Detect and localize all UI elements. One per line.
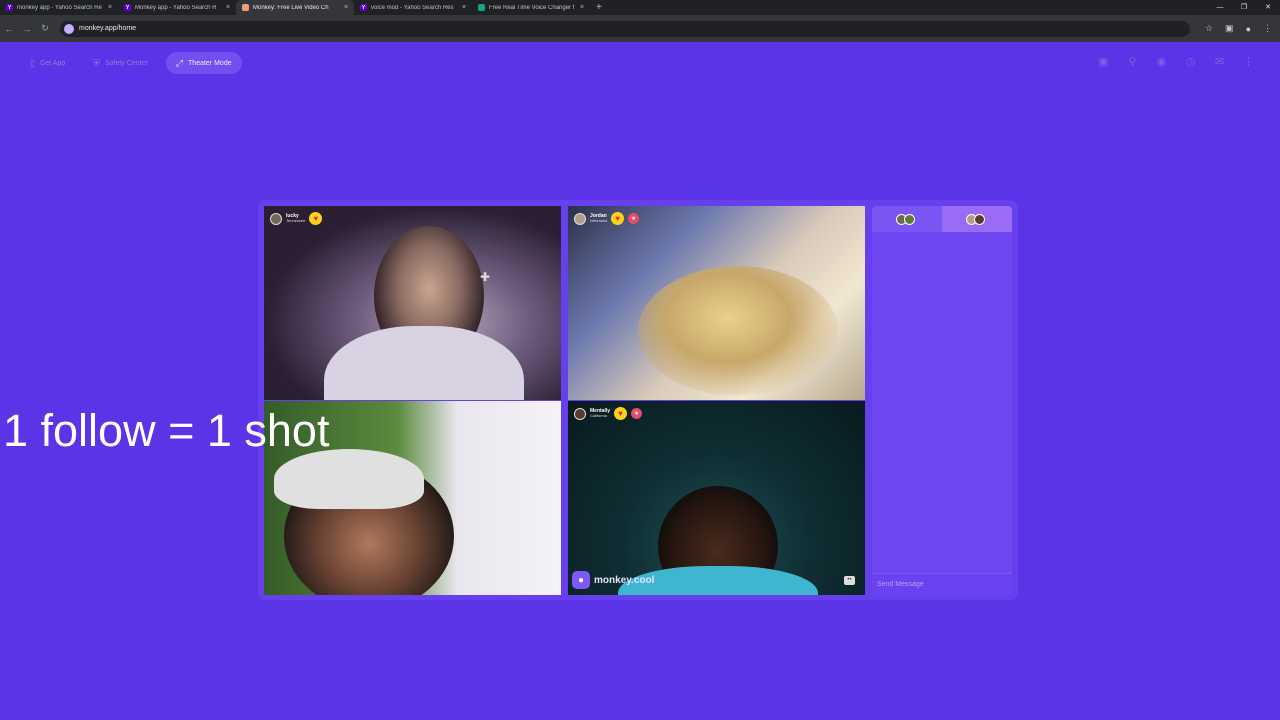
user-name-block: Mentally California: [590, 409, 610, 418]
tab-title: Monkey: Free Live Video Ch: [253, 4, 329, 11]
bookmark-star-icon[interactable]: ☆: [1205, 23, 1213, 34]
phone-icon: ▯: [30, 57, 35, 68]
tab-3[interactable]: Monkey: Free Live Video Ch ×: [236, 0, 354, 15]
cursor-crosshair-icon: ✚: [480, 270, 491, 284]
minimize-icon[interactable]: —: [1208, 0, 1232, 15]
close-window-icon[interactable]: ✕: [1256, 0, 1280, 15]
user-location: California: [590, 413, 607, 418]
browser-actions: ☆ ▣ ● ⋮: [1205, 15, 1272, 42]
yahoo-icon: Y: [360, 4, 367, 11]
video-tile-mentally[interactable]: Mentally California ♥ ★ ● monkey.cool ••: [568, 401, 865, 595]
tab-1[interactable]: Y monkey app - Yahoo Search Re ×: [0, 0, 118, 15]
shop-icon[interactable]: ▣: [1096, 54, 1111, 69]
user-name-block: lucky Tennessee: [286, 214, 305, 223]
video-tile-lucky[interactable]: lucky Tennessee ♥: [264, 206, 561, 400]
coin-icon[interactable]: ◉: [1154, 54, 1169, 69]
tab-title: Free Real Time Voice Changer f: [489, 4, 575, 11]
menu-icon[interactable]: ⋮: [1263, 23, 1272, 34]
video-tile-jordan[interactable]: Jordan Nebraska ♥ ★: [568, 206, 865, 400]
heart-badge-icon[interactable]: ♥: [309, 212, 323, 225]
reload-icon[interactable]: ↻: [36, 23, 54, 34]
user-location: Nebraska: [590, 218, 608, 223]
chat-bubble-icon[interactable]: ••: [844, 576, 855, 585]
back-icon[interactable]: ←: [0, 24, 18, 34]
theater-mode-label: Theater Mode: [188, 59, 232, 67]
yahoo-icon: Y: [124, 4, 131, 11]
restore-icon[interactable]: ❐: [1232, 0, 1256, 15]
gift-badge-icon[interactable]: ★: [628, 213, 640, 224]
close-icon[interactable]: ×: [460, 4, 468, 11]
more-icon[interactable]: ⋮: [1241, 54, 1256, 69]
watermark-text: monkey.cool: [594, 574, 655, 586]
site-info-icon[interactable]: [64, 23, 74, 34]
avatar: [574, 407, 586, 420]
browser-tab-bar: Y monkey app - Yahoo Search Re × Y Monke…: [0, 0, 1280, 15]
tab-title: monkey app - Yahoo Search Re: [17, 4, 102, 11]
tab-5[interactable]: Free Real Time Voice Changer f ×: [472, 0, 590, 15]
tab-2[interactable]: Y Monkey app - Yahoo Search R ×: [118, 0, 236, 15]
avatar-group: [896, 213, 915, 225]
chat-panel-header: [872, 206, 1012, 232]
voice-icon: [478, 4, 485, 11]
safety-center-button[interactable]: ⛨ Safety Center: [83, 52, 158, 74]
close-icon[interactable]: ×: [578, 4, 586, 11]
gift-badge-icon[interactable]: ★: [631, 408, 643, 419]
get-app-button[interactable]: ▯ Get App: [20, 52, 75, 74]
shield-icon: ⛨: [93, 57, 101, 68]
person-video: [638, 266, 838, 396]
theater-mode-button[interactable]: ⤢ Theater Mode: [165, 52, 242, 74]
send-message-input[interactable]: Send Message: [872, 573, 1012, 595]
expand-icon: ⤢: [175, 57, 184, 68]
user-location: Tennessee: [286, 218, 306, 223]
avatar-group: [966, 213, 985, 225]
tab-title: voice mod - Yahoo Search Res: [371, 4, 454, 11]
close-icon[interactable]: ×: [342, 4, 350, 11]
monkey-logo-icon: ●: [572, 571, 590, 589]
user-tag: Jordan Nebraska ♥ ★: [574, 212, 640, 225]
yahoo-icon: Y: [6, 4, 13, 11]
safety-center-label: Safety Center: [105, 59, 148, 67]
heart-badge-icon[interactable]: ♥: [611, 212, 625, 225]
address-bar-row: ← → ↻ monkey.app/home ☆ ▣ ● ⋮: [0, 15, 1280, 42]
chat-tab-left[interactable]: [872, 206, 942, 232]
user-name-block: Jordan Nebraska: [590, 214, 607, 223]
avatar: [904, 213, 915, 225]
chat-tab-right[interactable]: [942, 206, 1012, 232]
tab-4[interactable]: Y voice mod - Yahoo Search Res ×: [354, 0, 472, 15]
forward-icon[interactable]: →: [18, 24, 36, 34]
user-tag: Mentally California ♥ ★: [574, 407, 643, 420]
profile-icon[interactable]: ●: [1246, 24, 1251, 34]
url-field[interactable]: monkey.app/home: [60, 20, 1190, 37]
cap-shape: [274, 449, 424, 509]
avatar: [270, 212, 282, 225]
tab-title: Monkey app - Yahoo Search R: [135, 4, 217, 11]
monkey-watermark: ● monkey.cool: [572, 571, 654, 589]
user-tag: lucky Tennessee ♥: [270, 212, 323, 225]
chat-icon[interactable]: ✉: [1212, 54, 1227, 69]
search-icon[interactable]: ⚲: [1125, 54, 1140, 69]
history-icon[interactable]: ◷: [1183, 54, 1198, 69]
url-text: monkey.app/home: [79, 25, 137, 32]
window-controls: — ❐ ✕: [1208, 0, 1280, 15]
send-message-placeholder: Send Message: [877, 581, 924, 588]
heart-badge-icon[interactable]: ♥: [614, 407, 628, 420]
chat-panel: Send Message: [872, 206, 1012, 595]
top-nav: ▯ Get App ⛨ Safety Center ⤢ Theater Mode: [20, 52, 242, 74]
get-app-label: Get App: [39, 59, 66, 67]
close-icon[interactable]: ×: [106, 4, 114, 11]
extensions-icon[interactable]: ▣: [1225, 23, 1234, 34]
avatar: [974, 213, 985, 225]
top-right-icons: ▣ ⚲ ◉ ◷ ✉ ⋮: [1096, 54, 1256, 69]
monkey-icon: [242, 4, 249, 11]
hoodie-shape: [324, 326, 524, 400]
avatar: [574, 212, 586, 225]
close-icon[interactable]: ×: [224, 4, 232, 11]
new-tab-button[interactable]: +: [596, 2, 602, 13]
overlay-caption: 1 follow = 1 shot: [3, 405, 330, 456]
